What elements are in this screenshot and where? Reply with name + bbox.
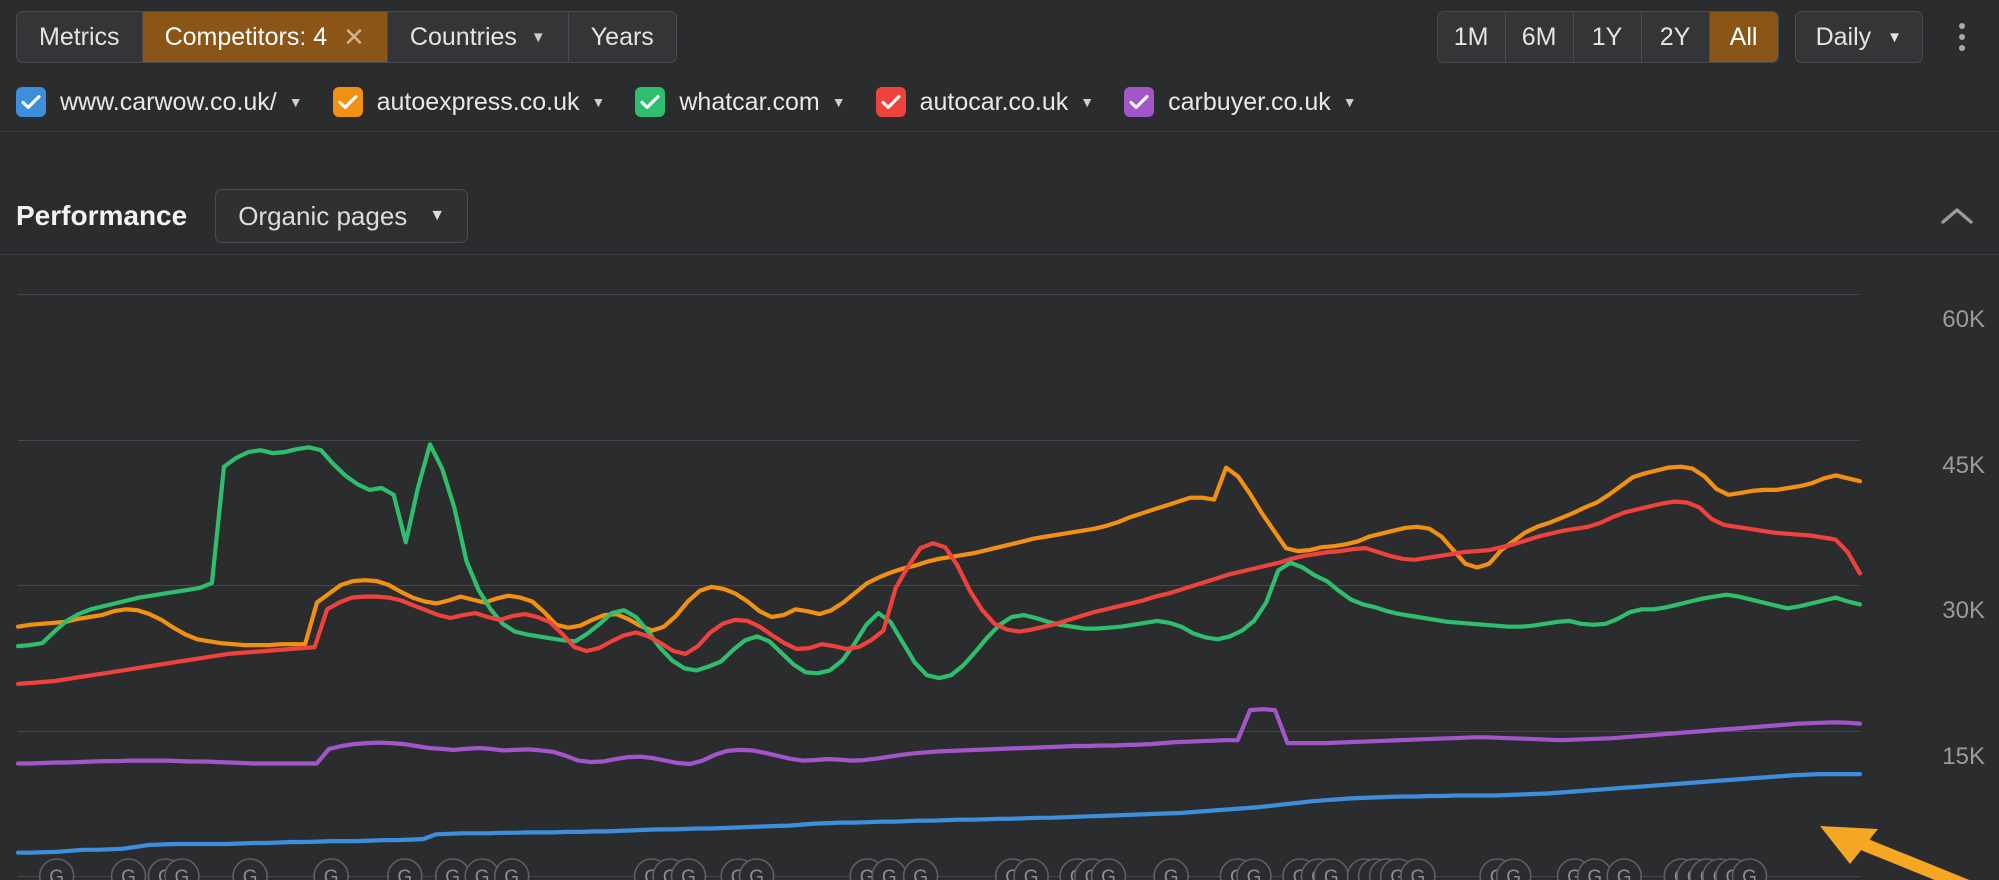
kebab-dot — [1959, 45, 1965, 51]
close-icon[interactable]: ✕ — [343, 24, 365, 50]
chart-line-autocar-co-uk — [15, 499, 1863, 686]
chart-line-carbuyer-co-uk — [15, 707, 1863, 767]
legend-item-label: autoexpress.co.uk — [376, 87, 580, 116]
performance-header: Performance Organic pages ▼ — [0, 178, 1999, 254]
y-axis-tick-label: 45K — [1942, 451, 1985, 479]
date-range-group: 1M 6M 1Y 2Y All — [1436, 11, 1779, 63]
google-update-marker-label: G — [913, 867, 928, 880]
legend-divider — [0, 131, 1999, 132]
ahrefs-performance-panel: Metrics Competitors: 4 ✕ Countries ▼ Years 1M… — [0, 0, 1999, 880]
filter-tab-label: Competitors: 4 — [164, 22, 328, 51]
google-update-marker-label: G — [681, 867, 696, 880]
google-update-marker-label: G — [1742, 867, 1757, 880]
google-update-marker-label: G — [1617, 867, 1632, 880]
kebab-dot — [1959, 34, 1965, 40]
legend-item-autoexpress-co-uk[interactable]: autoexpress.co.uk ▼ — [332, 87, 606, 117]
chevron-down-icon: ▼ — [429, 207, 446, 224]
kebab-dot — [1959, 23, 1965, 29]
google-update-marker-label: G — [475, 867, 490, 880]
granularity-label: Daily — [1815, 22, 1872, 51]
annotation-arrow — [1820, 826, 1970, 880]
google-update-marker-label: G — [1506, 867, 1521, 880]
checkbox-checked-icon[interactable] — [635, 87, 666, 117]
y-axis-tick-label: 15K — [1942, 742, 1985, 770]
legend-item-label: autocar.co.uk — [919, 87, 1069, 116]
filter-tab-label: Countries — [409, 22, 517, 51]
legend-item-label: whatcar.com — [679, 87, 820, 116]
more-vertical-icon[interactable] — [1939, 11, 1985, 63]
filter-tab-label: Metrics — [39, 22, 120, 51]
checkbox-checked-icon[interactable] — [875, 87, 906, 117]
top-toolbar: Metrics Competitors: 4 ✕ Countries ▼ Years 1M… — [0, 0, 1999, 74]
range-button-label: 6M — [1521, 22, 1557, 51]
google-update-marker-label: G — [445, 867, 460, 880]
chevron-down-icon[interactable]: ▼ — [832, 94, 846, 110]
google-update-marker-label: G — [397, 867, 412, 880]
range-button-label: 1M — [1453, 22, 1489, 51]
chevron-down-icon[interactable]: ▼ — [1343, 94, 1357, 110]
chevron-down-icon[interactable]: ▼ — [289, 94, 303, 110]
google-update-marker-label: G — [1101, 867, 1116, 880]
checkbox-checked-icon[interactable] — [16, 87, 46, 117]
y-axis-tick-label: 30K — [1942, 597, 1985, 624]
chevron-down-icon: ▼ — [530, 28, 546, 46]
chevron-down-icon[interactable]: ▼ — [1080, 94, 1094, 110]
google-update-marker-label: G — [1024, 867, 1039, 880]
granularity-dropdown[interactable]: Daily ▼ — [1794, 11, 1923, 63]
google-update-marker-label: G — [121, 867, 136, 880]
range-button-1y[interactable]: 1Y — [1573, 12, 1642, 62]
google-update-marker-label: G — [1247, 867, 1262, 880]
chevron-down-icon[interactable]: ▼ — [592, 94, 606, 110]
filter-tab-years[interactable]: Years — [568, 12, 676, 62]
chart-canvas: GGGGGGGGGGGGGGGGGGGGGGGGGGGGGGGGGGGGGGGG… — [15, 294, 1970, 880]
google-update-marker-label: G — [749, 867, 764, 880]
range-button-1m[interactable]: 1M — [1437, 12, 1506, 62]
filter-tab-competitors-4[interactable]: Competitors: 4 ✕ — [142, 12, 388, 62]
chart-line-www-carwow-co-uk — [15, 772, 1863, 855]
google-update-marker-label: G — [324, 867, 339, 880]
chevron-up-icon[interactable] — [1931, 190, 1983, 242]
google-update-marker-label: G — [1164, 867, 1179, 880]
legend-item-whatcar-com[interactable]: whatcar.com ▼ — [635, 87, 846, 117]
legend-item-autocar-co-uk[interactable]: autocar.co.uk ▼ — [875, 87, 1094, 117]
google-update-marker-label: G — [175, 867, 190, 880]
toolbar-right-controls: 1M 6M 1Y 2Y All Daily ▼ — [1436, 11, 1999, 63]
filter-tab-metrics[interactable]: Metrics — [17, 12, 143, 62]
performance-chart[interactable]: GGGGGGGGGGGGGGGGGGGGGGGGGGGGGGGGGGGGGGGG… — [0, 254, 1999, 880]
page-title: Performance — [16, 200, 188, 231]
legend-item-www-carwow-co-uk[interactable]: www.carwow.co.uk/ ▼ — [16, 87, 303, 117]
google-update-marker-label: G — [882, 867, 897, 880]
filter-tab-label: Years — [590, 22, 654, 51]
filter-tab-group: Metrics Competitors: 4 ✕ Countries ▼ Years — [16, 11, 677, 63]
range-button-label: 2Y — [1659, 22, 1691, 51]
google-update-marker-label: G — [1411, 867, 1426, 880]
range-button-2y[interactable]: 2Y — [1641, 12, 1710, 62]
competitor-legend: www.carwow.co.uk/▼ autoexpress.co.uk ▼ what… — [0, 74, 1999, 130]
range-button-label: All — [1729, 22, 1758, 51]
y-axis-tick-label: 60K — [1942, 306, 1985, 333]
range-button-6m[interactable]: 6M — [1505, 12, 1574, 62]
google-update-marker-label: G — [243, 867, 258, 880]
google-update-marker-label: G — [504, 867, 519, 880]
checkbox-checked-icon[interactable] — [1124, 87, 1155, 117]
legend-item-label: carbuyer.co.uk — [1168, 87, 1331, 116]
metric-dropdown[interactable]: Organic pages ▼ — [215, 189, 469, 243]
google-update-marker-label: G — [1587, 867, 1602, 880]
metric-label: Organic pages — [238, 200, 408, 231]
legend-item-carbuyer-co-uk[interactable]: carbuyer.co.uk ▼ — [1124, 87, 1357, 117]
checkbox-checked-icon[interactable] — [332, 87, 363, 117]
range-button-label: 1Y — [1591, 22, 1623, 51]
filter-tab-countries[interactable]: Countries ▼ — [387, 12, 569, 62]
google-update-marker-label: G — [49, 867, 64, 880]
chevron-down-icon: ▼ — [1887, 28, 1902, 46]
chart-line-autoexpress-co-uk — [15, 464, 1863, 648]
google-update-marker-label: G — [1324, 867, 1339, 880]
legend-item-label: www.carwow.co.uk/ — [60, 87, 277, 116]
range-button-all[interactable]: All — [1709, 12, 1778, 62]
